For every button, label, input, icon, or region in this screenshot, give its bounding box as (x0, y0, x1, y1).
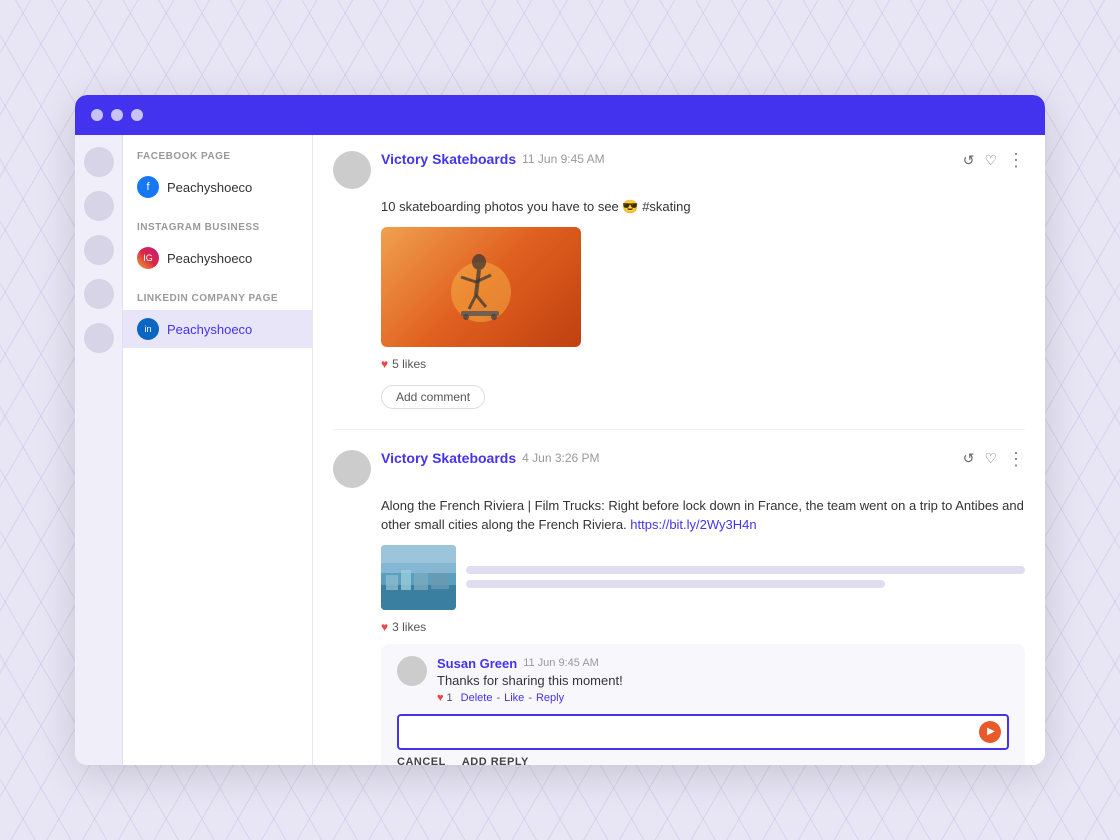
post-1-header: Victory Skateboards 11 Jun 9:45 AM ↺ ♡ ⋮ (333, 151, 1025, 189)
sidebar-icon-2[interactable] (84, 191, 114, 221)
comment-heart-icon: ♥ (437, 692, 444, 704)
comment-like-link[interactable]: Like (504, 692, 524, 704)
comment-delete-link[interactable]: Delete (461, 692, 493, 704)
post-1: Victory Skateboards 11 Jun 9:45 AM ↺ ♡ ⋮… (333, 151, 1025, 430)
nav-section-instagram: INSTAGRAM BUSINESS IG Peachyshoeco (123, 222, 312, 277)
heart-icon-1: ♥ (381, 357, 388, 371)
post-1-time: 11 Jun 9:45 AM (522, 152, 605, 166)
sidebar-item-facebook-peachyshoeco[interactable]: f Peachyshoeco (123, 168, 312, 206)
title-bar (75, 95, 1045, 135)
reply-form: ▶ CANCEL ADD REPLY (397, 714, 1009, 766)
post-2-avatar (333, 450, 371, 488)
comment-author-1[interactable]: Susan Green (437, 656, 517, 671)
post-1-text: 10 skateboarding photos you have to see … (381, 197, 1025, 217)
sidebar-item-linkedin-peachyshoeco[interactable]: in Peachyshoeco (123, 310, 312, 348)
linkedin-icon: in (137, 318, 159, 340)
post-2-like-icon[interactable]: ♡ (984, 450, 997, 467)
nav-section-linkedin: LINKEDIN COMPANY PAGE in Peachyshoeco (123, 293, 312, 348)
post-2-body: Along the French Riviera | Film Trucks: … (381, 496, 1025, 766)
post-2-author[interactable]: Victory Skateboards (381, 450, 516, 466)
post-2-time: 4 Jun 3:26 PM (522, 451, 599, 465)
app-window: FACEBOOK PAGE f Peachyshoeco INSTAGRAM B… (75, 95, 1045, 765)
reply-send-button[interactable]: ▶ (979, 721, 1001, 743)
post-2: Victory Skateboards 4 Jun 3:26 PM ↺ ♡ ⋮ … (333, 450, 1025, 766)
instagram-icon: IG (137, 247, 159, 269)
comment-item-1: Susan Green 11 Jun 9:45 AM Thanks for sh… (397, 656, 1009, 704)
heart-icon-2: ♥ (381, 620, 388, 634)
post-2-marina-image (381, 545, 456, 610)
traffic-dot-1[interactable] (91, 109, 103, 121)
post-2-likes: ♥ 3 likes (381, 620, 1025, 634)
skater-svg (441, 237, 521, 337)
post-1-author[interactable]: Victory Skateboards (381, 151, 516, 167)
post-1-add-comment-button[interactable]: Add comment (381, 385, 485, 409)
post-2-header: Victory Skateboards 4 Jun 3:26 PM ↺ ♡ ⋮ (333, 450, 1025, 488)
post-1-body: 10 skateboarding photos you have to see … (381, 197, 1025, 409)
traffic-dot-2[interactable] (111, 109, 123, 121)
app-body: FACEBOOK PAGE f Peachyshoeco INSTAGRAM B… (75, 135, 1045, 765)
reply-input[interactable] (397, 714, 1009, 750)
icon-sidebar (75, 135, 123, 765)
comment-text-1: Thanks for sharing this moment! (437, 673, 1009, 688)
post-2-link-preview (381, 545, 1025, 610)
nav-section-facebook: FACEBOOK PAGE f Peachyshoeco (123, 151, 312, 206)
link-preview-line-1 (466, 566, 1025, 574)
send-arrow-icon: ▶ (987, 726, 995, 737)
nav-section-label-linkedin: LINKEDIN COMPANY PAGE (123, 293, 312, 310)
nav-sidebar: FACEBOOK PAGE f Peachyshoeco INSTAGRAM B… (123, 135, 313, 765)
reply-add-button[interactable]: ADD REPLY (462, 756, 529, 766)
post-1-avatar (333, 151, 371, 189)
sidebar-icon-1[interactable] (84, 147, 114, 177)
traffic-dot-3[interactable] (131, 109, 143, 121)
comment-section-post-2: Susan Green 11 Jun 9:45 AM Thanks for sh… (381, 644, 1025, 766)
sidebar-icon-3[interactable] (84, 235, 114, 265)
comment-like-count: 1 (447, 692, 453, 704)
post-1-retweet-icon[interactable]: ↺ (963, 152, 975, 169)
post-1-image (381, 227, 581, 347)
post-1-like-icon[interactable]: ♡ (984, 152, 997, 169)
post-1-likes: ♥ 5 likes (381, 357, 1025, 371)
post-2-link[interactable]: https://bit.ly/2Wy3H4n (630, 517, 756, 532)
nav-section-label-instagram: INSTAGRAM BUSINESS (123, 222, 312, 239)
facebook-icon: f (137, 176, 159, 198)
sidebar-icon-5[interactable] (84, 323, 114, 353)
post-2-retweet-icon[interactable]: ↺ (963, 450, 975, 467)
comment-time-1: 11 Jun 9:45 AM (523, 657, 599, 669)
comment-reply-link[interactable]: Reply (536, 692, 564, 704)
sidebar-item-label: Peachyshoeco (167, 251, 252, 266)
link-preview-line-2 (466, 580, 885, 588)
main-feed: Victory Skateboards 11 Jun 9:45 AM ↺ ♡ ⋮… (313, 135, 1045, 765)
sidebar-icon-4[interactable] (84, 279, 114, 309)
sidebar-item-instagram-peachyshoeco[interactable]: IG Peachyshoeco (123, 239, 312, 277)
sidebar-item-label: Peachyshoeco (167, 322, 252, 337)
sidebar-item-label: Peachyshoeco (167, 180, 252, 195)
post-2-text: Along the French Riviera | Film Trucks: … (381, 496, 1025, 535)
post-1-more-icon[interactable]: ⋮ (1007, 151, 1025, 169)
post-2-more-icon[interactable]: ⋮ (1007, 450, 1025, 468)
comment-avatar-1 (397, 656, 427, 686)
marina-svg (381, 545, 456, 610)
nav-section-label-facebook: FACEBOOK PAGE (123, 151, 312, 168)
reply-cancel-button[interactable]: CANCEL (397, 756, 446, 766)
